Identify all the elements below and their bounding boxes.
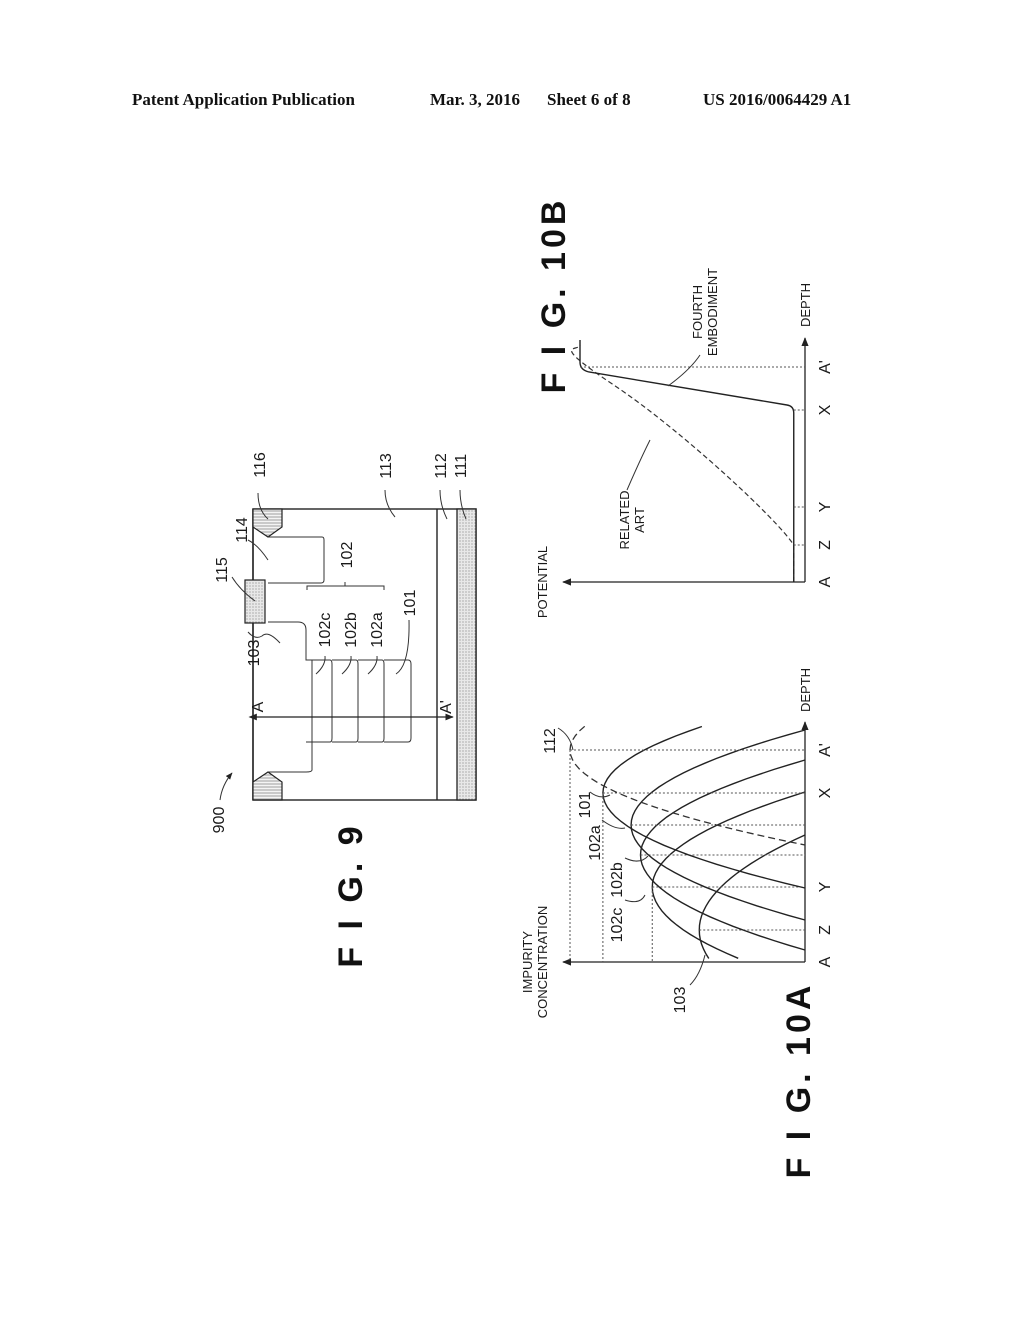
fig10a-tick-a-prime: A'	[817, 743, 834, 757]
fig10b-xlabel: DEPTH	[798, 283, 813, 327]
gate-115	[244, 579, 266, 624]
fig10a-tick-a: A	[817, 956, 834, 967]
fig10b-tick-y: Y	[817, 501, 834, 512]
label-113: 113	[378, 453, 395, 479]
fig10a-curve-102c	[651, 791, 806, 959]
label-111: 111	[453, 454, 470, 478]
isolation-116-top	[252, 508, 283, 538]
fig10a-label-112: 112	[542, 728, 559, 754]
fig10b-label-related-2: ART	[632, 507, 647, 533]
fig10a-leader-102b	[624, 855, 649, 862]
fig10b-chart: POTENTIAL DEPTH A Z Y X A' RELATED ART F…	[535, 197, 834, 619]
substrate-113	[252, 508, 477, 801]
label-114: 114	[234, 517, 251, 543]
label-section-a-prime: A'	[438, 700, 455, 714]
fig10a-ylabel-line2: CONCENTRATION	[535, 906, 550, 1018]
region-114	[268, 536, 325, 584]
region-102a	[358, 659, 385, 743]
isolation-116-bottom	[252, 771, 283, 801]
fig10a-label-102c: 102c	[609, 908, 626, 943]
layer-111	[456, 508, 477, 801]
leader-102b	[341, 655, 352, 675]
fig10a-curve-112	[569, 725, 806, 846]
label-115: 115	[214, 557, 231, 583]
fig10b-tick-a-prime: A'	[817, 360, 834, 374]
fig10b-leader-related	[626, 439, 651, 491]
fig10a-tick-x: X	[817, 787, 834, 798]
leader-112	[439, 489, 448, 520]
fig10b-leader-fourth	[667, 354, 701, 387]
fig10a-curve-103	[698, 834, 806, 959]
fig10a-xlabel: DEPTH	[798, 668, 813, 712]
label-112: 112	[433, 453, 450, 479]
fig10b-series-fourth-embodiment	[579, 340, 795, 582]
fig10a-label-102b: 102b	[609, 862, 626, 898]
fig10b-tick-x: X	[817, 404, 834, 415]
region-103	[268, 621, 313, 773]
fig10b-tick-z: Z	[817, 540, 834, 550]
fig10a-label-102a: 102a	[587, 825, 604, 861]
leader-101	[395, 619, 410, 675]
fig10a-chart: IMPURITY CONCENTRATION DEPTH A Z Y X A' …	[520, 668, 834, 1178]
label-102: 102	[339, 542, 356, 569]
fig10a-title: F I G. 10A	[780, 982, 818, 1179]
fig10a-curve-101	[602, 725, 806, 889]
fig10a-label-101: 101	[577, 792, 594, 819]
label-103: 103	[246, 640, 263, 667]
label-900: 900	[211, 807, 228, 834]
fig10a-tick-y: Y	[817, 881, 834, 892]
fig10b-label-fourth-1: FOURTH	[690, 285, 705, 339]
label-section-a: A	[250, 701, 267, 712]
fig10b-title: F I G. 10B	[535, 197, 573, 394]
fig10a-label-103: 103	[672, 987, 689, 1014]
fig10a-leader-103	[689, 954, 706, 986]
fig10a-ylabel-line1: IMPURITY	[520, 931, 535, 993]
fig10b-series-related-art	[570, 344, 795, 582]
fig10b-label-related-1: RELATED	[617, 491, 632, 550]
label-102a: 102a	[369, 612, 386, 648]
leader-102c	[315, 655, 326, 675]
label-116: 116	[252, 452, 269, 478]
label-101: 101	[402, 590, 419, 617]
fig10a-leader-102c	[624, 894, 646, 903]
drawing-sheet: 116 114 115 103 113 112 111 102 102c 102…	[211, 197, 834, 1179]
leader-114	[247, 539, 269, 561]
region-102b	[332, 659, 359, 743]
fig10b-tick-a: A	[817, 576, 834, 587]
fig10b-ylabel: POTENTIAL	[535, 546, 550, 618]
fig9-title: F I G. 9	[332, 822, 370, 967]
region-102c	[306, 659, 333, 743]
fig10b-label-fourth-2: EMBODIMENT	[705, 268, 720, 356]
label-102b: 102b	[343, 612, 360, 648]
leader-102a	[367, 655, 378, 675]
leader-113	[384, 489, 396, 518]
fig10a-tick-z: Z	[817, 925, 834, 935]
device-900-arrow	[219, 772, 233, 801]
fig9-cross-section: 116 114 115 103 113 112 111 102 102c 102…	[211, 452, 477, 968]
label-102c: 102c	[317, 613, 334, 648]
